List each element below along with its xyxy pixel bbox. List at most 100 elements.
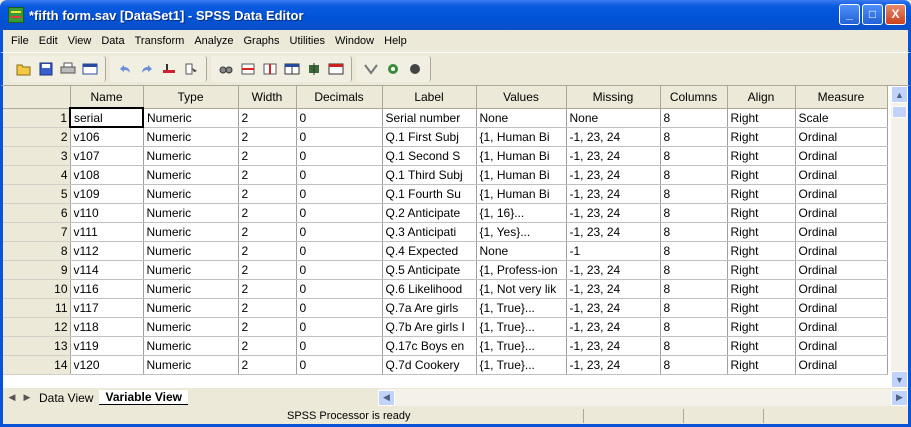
cell-columns[interactable]: 8: [660, 108, 728, 128]
cell-columns[interactable]: 8: [660, 355, 728, 375]
table-row[interactable]: 9 v114 Numeric 2 0 Q.5 Anticipate {1, Profess-…: [3, 260, 888, 280]
cell-type[interactable]: Numeric: [143, 146, 239, 166]
goto-case-icon[interactable]: [158, 59, 180, 79]
cell-measure[interactable]: Ordinal: [795, 146, 888, 166]
cell-align[interactable]: Right: [727, 298, 796, 318]
variable-grid[interactable]: Name Type Width Decimals Label Values Mi…: [0, 86, 911, 388]
cell-measure[interactable]: Ordinal: [795, 260, 888, 280]
cell-values[interactable]: {1, True}...: [476, 298, 567, 318]
scroll-up-icon[interactable]: ▲: [891, 86, 908, 103]
table-row[interactable]: 2 v106 Numeric 2 0 Q.1 First Subj {1, Human Bi…: [3, 127, 888, 147]
cell-measure[interactable]: Ordinal: [795, 355, 888, 375]
menu-utilities[interactable]: Utilities: [285, 35, 330, 47]
variables-icon[interactable]: [180, 59, 202, 79]
open-icon[interactable]: [13, 59, 35, 79]
cell-decimals[interactable]: 0: [296, 184, 383, 204]
row-number[interactable]: 13: [3, 336, 71, 356]
redo-icon[interactable]: [136, 59, 158, 79]
table-row[interactable]: 4 v108 Numeric 2 0 Q.1 Third Subj {1, Human Bi…: [3, 165, 888, 185]
cell-width[interactable]: 2: [238, 317, 297, 337]
col-header-columns[interactable]: Columns: [660, 86, 728, 109]
use-sets-icon[interactable]: [382, 59, 404, 79]
minimize-button[interactable]: _: [839, 4, 860, 25]
row-number[interactable]: 14: [3, 355, 71, 375]
cell-label[interactable]: Q.1 Fourth Su: [382, 184, 477, 204]
cell-values[interactable]: {1, Human Bi: [476, 127, 567, 147]
cell-measure[interactable]: Ordinal: [795, 317, 888, 337]
col-header-label[interactable]: Label: [382, 86, 477, 109]
table-row[interactable]: 3 v107 Numeric 2 0 Q.1 Second S {1, Human Bi -1…: [3, 146, 888, 166]
cell-width[interactable]: 2: [238, 184, 297, 204]
row-number[interactable]: 11: [3, 298, 71, 318]
find-icon[interactable]: [215, 59, 237, 79]
col-header-align[interactable]: Align: [727, 86, 796, 109]
cell-values[interactable]: {1, Human Bi: [476, 165, 567, 185]
cell-align[interactable]: Right: [727, 203, 796, 223]
vertical-scrollbar[interactable]: ▲ ▼: [891, 86, 908, 388]
tab-variable-view[interactable]: Variable View: [99, 390, 188, 405]
cell-measure[interactable]: Ordinal: [795, 203, 888, 223]
cell-measure[interactable]: Ordinal: [795, 336, 888, 356]
cell-align[interactable]: Right: [727, 146, 796, 166]
row-number[interactable]: 5: [3, 184, 71, 204]
cell-width[interactable]: 2: [238, 279, 297, 299]
cell-type[interactable]: Numeric: [143, 184, 239, 204]
menu-transform[interactable]: Transform: [130, 35, 190, 47]
table-row[interactable]: 1 serial Numeric 2 0 Serial number None None 8 Ri…: [3, 107, 888, 128]
scroll-down-icon[interactable]: ▼: [891, 371, 908, 388]
col-header-decimals[interactable]: Decimals: [296, 86, 383, 109]
cell-decimals[interactable]: 0: [296, 317, 383, 337]
cell-align[interactable]: Right: [727, 241, 796, 261]
table-row[interactable]: 7 v111 Numeric 2 0 Q.3 Anticipati {1, Yes}... -…: [3, 222, 888, 242]
cell-name[interactable]: v108: [70, 165, 144, 185]
cell-values[interactable]: {1, True}...: [476, 355, 567, 375]
cell-type[interactable]: Numeric: [143, 222, 239, 242]
cell-align[interactable]: Right: [727, 279, 796, 299]
cell-align[interactable]: Right: [727, 260, 796, 280]
cell-columns[interactable]: 8: [660, 165, 728, 185]
cell-label[interactable]: Q.7a Are girls: [382, 298, 477, 318]
cell-missing[interactable]: -1, 23, 24: [566, 279, 661, 299]
table-row[interactable]: 13 v119 Numeric 2 0 Q.17c Boys en {1, True}...…: [3, 336, 888, 356]
col-header-values[interactable]: Values: [476, 86, 567, 109]
cell-columns[interactable]: 8: [660, 336, 728, 356]
cell-label[interactable]: Q.5 Anticipate: [382, 260, 477, 280]
cell-columns[interactable]: 8: [660, 279, 728, 299]
menu-window[interactable]: Window: [330, 35, 379, 47]
cell-missing[interactable]: None: [566, 108, 661, 128]
cell-decimals[interactable]: 0: [296, 222, 383, 242]
title-bar[interactable]: *fifth form.sav [DataSet1] - SPSS Data E…: [0, 0, 911, 30]
cell-align[interactable]: Right: [727, 165, 796, 185]
cell-align[interactable]: Right: [727, 222, 796, 242]
cell-name[interactable]: serial: [69, 107, 144, 128]
scroll-left-icon[interactable]: ◀: [378, 389, 395, 406]
cell-width[interactable]: 2: [238, 165, 297, 185]
menu-data[interactable]: Data: [96, 35, 129, 47]
cell-values[interactable]: {1, True}...: [476, 336, 567, 356]
tab-next-icon[interactable]: ▶: [21, 390, 33, 405]
row-number[interactable]: 10: [3, 279, 71, 299]
cell-columns[interactable]: 8: [660, 317, 728, 337]
row-number[interactable]: 12: [3, 317, 71, 337]
select-cases-icon[interactable]: [325, 59, 347, 79]
cell-name[interactable]: v116: [70, 279, 144, 299]
split-file-icon[interactable]: [281, 59, 303, 79]
row-number[interactable]: 7: [3, 222, 71, 242]
cell-values[interactable]: None: [476, 241, 567, 261]
cell-decimals[interactable]: 0: [296, 203, 383, 223]
cell-missing[interactable]: -1, 23, 24: [566, 317, 661, 337]
table-row[interactable]: 8 v112 Numeric 2 0 Q.4 Expected None -1 8 Right Or…: [3, 241, 888, 261]
table-row[interactable]: 6 v110 Numeric 2 0 Q.2 Anticipate {1, 16}... -1…: [3, 203, 888, 223]
scroll-thumb[interactable]: [892, 106, 907, 118]
tab-data-view[interactable]: Data View: [33, 391, 99, 405]
col-header-type[interactable]: Type: [143, 86, 239, 109]
show-all-icon[interactable]: [404, 59, 426, 79]
cell-label[interactable]: Q.1 Third Subj: [382, 165, 477, 185]
weight-cases-icon[interactable]: [303, 59, 325, 79]
cell-name[interactable]: v114: [70, 260, 144, 280]
cell-missing[interactable]: -1, 23, 24: [566, 336, 661, 356]
cell-missing[interactable]: -1: [566, 241, 661, 261]
table-row[interactable]: 5 v109 Numeric 2 0 Q.1 Fourth Su {1, Human Bi -…: [3, 184, 888, 204]
cell-name[interactable]: v118: [70, 317, 144, 337]
menu-file[interactable]: File: [6, 35, 34, 47]
